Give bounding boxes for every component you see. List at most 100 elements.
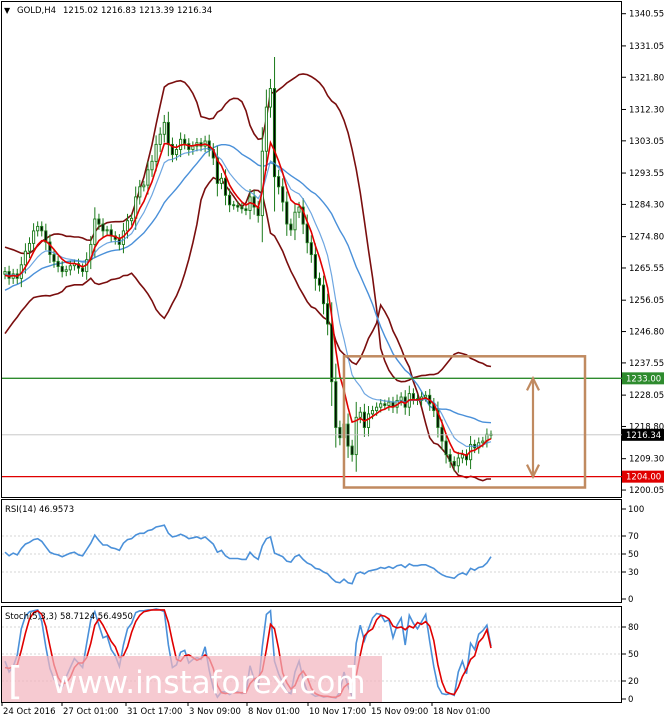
- candle-body: [166, 121, 170, 145]
- candle-body: [281, 186, 285, 203]
- candle-body: [36, 225, 40, 232]
- candle-body: [93, 218, 97, 245]
- candle-body: [68, 265, 72, 271]
- candle-body: [456, 457, 460, 467]
- candle-body: [387, 401, 391, 406]
- candle-body: [399, 396, 403, 401]
- candle-body: [277, 176, 281, 188]
- candle-body: [321, 284, 326, 305]
- candle-body: [289, 223, 293, 231]
- candle-body: [366, 413, 371, 428]
- candle-body: [60, 266, 64, 273]
- candle-body: [146, 169, 150, 186]
- candle-body: [330, 323, 334, 383]
- rsi-title: RSI(14) 46.9573: [5, 505, 74, 515]
- rsi-tick-label: 70: [628, 532, 639, 542]
- candle-body: [97, 218, 101, 225]
- candle-body: [326, 303, 330, 325]
- candle-body: [313, 254, 317, 279]
- candle-body: [162, 121, 166, 135]
- time-tick-label: 24 Oct 2016: [3, 707, 56, 717]
- candle-body: [424, 394, 428, 398]
- candle-body: [240, 206, 244, 210]
- candle-body: [219, 177, 223, 184]
- candle-body: [138, 186, 142, 198]
- watermark-right-bracket: ]: [344, 659, 359, 703]
- candle-body: [375, 406, 379, 412]
- price-tick-label: 1209.30: [629, 455, 664, 465]
- candle-body: [81, 267, 85, 272]
- price-tick-label: 1293.55: [629, 169, 664, 179]
- candle-body: [105, 229, 109, 232]
- stoch-title: Stoch(5,3,3) 58.7124 56.4950: [5, 612, 133, 622]
- stoch-tick-label: 0: [628, 695, 633, 705]
- candle-body: [383, 403, 387, 406]
- current-price-label: 1216.34: [626, 431, 661, 441]
- chart-title: GOLD,H4: [17, 6, 56, 16]
- rsi-tick-label: 50: [628, 550, 639, 560]
- candle-body: [40, 225, 44, 232]
- candle-body: [481, 440, 485, 444]
- candle-body: [244, 208, 248, 211]
- level-price-label: 1233.00: [626, 374, 661, 384]
- time-tick-label: 27 Oct 01:00: [63, 707, 118, 717]
- price-tick-label: 1340.55: [629, 10, 664, 20]
- candle-body: [297, 206, 301, 213]
- price-tick-label: 1265.55: [629, 264, 664, 274]
- candle-body: [56, 260, 60, 267]
- ohlc-high: 1216.83: [101, 6, 136, 16]
- time-tick-label: 3 Nov 09:00: [189, 707, 241, 717]
- candle-body: [305, 223, 309, 244]
- candle-body: [358, 411, 362, 418]
- time-tick-label: 15 Nov 09:00: [371, 707, 428, 717]
- rsi-tick-label: 0: [628, 595, 633, 605]
- candle-body: [444, 440, 448, 456]
- candle-body: [23, 250, 27, 266]
- rsi-panel-frame: [1, 499, 622, 603]
- candle-body: [191, 145, 195, 150]
- candle-body: [309, 242, 313, 256]
- candle-body: [448, 454, 452, 462]
- candle-body: [379, 403, 383, 408]
- time-tick-label: 8 Nov 01:00: [248, 707, 300, 717]
- candle-body: [228, 194, 232, 206]
- price-tick-label: 1228.05: [629, 391, 664, 401]
- price-tick-label: 1312.30: [629, 105, 664, 115]
- time-tick-label: 18 Nov 01:00: [433, 707, 490, 717]
- candle-body: [440, 427, 444, 442]
- stoch-tick-label: 50: [628, 650, 639, 660]
- candle-body: [150, 160, 154, 171]
- candle-body: [158, 133, 162, 145]
- price-tick-label: 1246.80: [629, 328, 664, 338]
- watermark-left-bracket: [: [8, 659, 23, 703]
- candle-body: [64, 269, 68, 272]
- candle-body: [354, 416, 358, 456]
- price-tick-label: 1331.05: [629, 42, 664, 52]
- candle-body: [27, 242, 32, 252]
- candle-body: [268, 88, 272, 108]
- price-tick-label: 1237.55: [629, 359, 664, 369]
- price-tick-label: 1303.05: [629, 137, 664, 147]
- level-price-label: 1204.00: [626, 473, 661, 483]
- stoch-tick-label: 20: [628, 677, 639, 687]
- candle-body: [174, 149, 179, 156]
- candle-body: [223, 177, 228, 196]
- rsi-tick-label: 100: [628, 505, 644, 515]
- candle-body: [130, 217, 134, 222]
- candle-body: [293, 211, 297, 231]
- candle-body: [52, 254, 56, 262]
- ohlc-low: 1213.39: [139, 6, 174, 16]
- candle-body: [411, 393, 415, 400]
- dropdown-arrow-icon[interactable]: ▼: [4, 6, 11, 15]
- time-tick-label: 10 Nov 17:00: [309, 707, 366, 717]
- ohlc-close: 1216.34: [177, 6, 212, 16]
- rsi-tick-label: 30: [628, 568, 639, 578]
- price-tick-label: 1256.05: [629, 296, 664, 306]
- candle-body: [350, 445, 354, 456]
- candle-body: [285, 201, 289, 225]
- candle-body: [334, 381, 338, 428]
- candle-body: [236, 204, 240, 208]
- price-tick-label: 1274.80: [629, 233, 664, 243]
- price-tick-label: 1321.80: [629, 73, 664, 83]
- candle-body: [32, 230, 36, 244]
